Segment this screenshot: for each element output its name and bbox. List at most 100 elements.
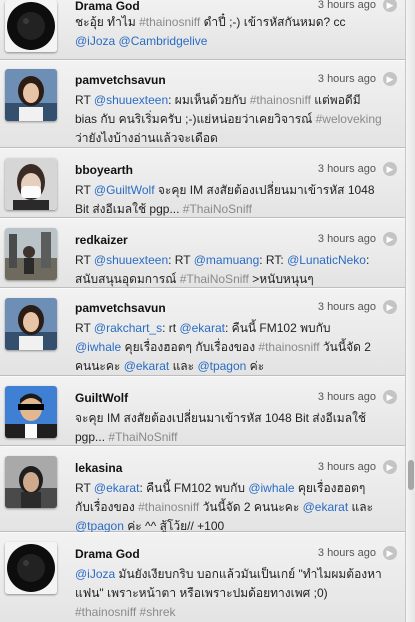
tweet-text-segment: : ผมเห็นด้วยกับ: [168, 93, 250, 107]
tweet-text-line: คนนะคะ @ekarat และ @tpagon ค่ะ: [75, 357, 393, 376]
tweet-text-segment: คุยเรื่องฮอตๆ กับเรื่องของ: [121, 340, 259, 354]
tweet-menu-arrow-icon[interactable]: ▶: [383, 162, 397, 176]
tweet-username[interactable]: GuiltWolf: [75, 391, 128, 405]
tweet-timestamp: 3 hours ago: [317, 0, 376, 11]
mention-link[interactable]: @iwhale: [248, 481, 294, 495]
mention-link[interactable]: @ekarat: [179, 321, 225, 335]
tweet-text-segment: คุยเรื่องฮอตๆ: [294, 481, 366, 495]
hashtag-link[interactable]: #thainosniff: [138, 500, 199, 514]
tweet-timestamp: 3 hours ago: [317, 73, 376, 85]
mention-link[interactable]: @shuuexteen: [94, 253, 168, 267]
tweet-username[interactable]: Drama God: [75, 0, 140, 13]
tweet-text-segment: และ: [169, 359, 198, 373]
mention-link[interactable]: @LunaticNeko: [287, 253, 366, 267]
avatar[interactable]: [5, 158, 57, 210]
tweet-text-segment: :: [365, 253, 370, 267]
avatar[interactable]: [5, 456, 57, 508]
tweet-username[interactable]: pamvetchsavun: [75, 73, 166, 87]
mention-link[interactable]: @mamuang: [194, 253, 260, 267]
mention-link[interactable]: @ekarat: [94, 481, 140, 495]
tweet-menu-arrow-icon[interactable]: ▶: [383, 0, 397, 12]
mention-link[interactable]: @tpagon: [197, 359, 246, 373]
tweet-menu-arrow-icon[interactable]: ▶: [383, 546, 397, 560]
avatar[interactable]: [5, 298, 57, 350]
hashtag-link[interactable]: #shrek: [140, 605, 176, 619]
hashtag-link[interactable]: #thainosniff: [139, 15, 200, 29]
tweet-username[interactable]: lekasina: [75, 461, 122, 475]
tweet-text-segment: จะคุย IM สงสัยต้องเปลี่ยนมาเข้ารหัส 1048: [154, 183, 375, 197]
hashtag-link[interactable]: #thainosniff: [75, 605, 136, 619]
tweet-text-line: @iJoza @Cambridgelive: [75, 32, 393, 51]
timeline: Drama God 3 hours ago ▶ ชะอุ้ย ทำไม #thaino…: [0, 0, 415, 622]
tweet-text: RT @GuiltWolf จะคุย IM สงสัยต้องเปลี่ยนม…: [75, 181, 393, 219]
avatar[interactable]: [5, 228, 57, 280]
tweet-text-line: RT @GuiltWolf จะคุย IM สงสัยต้องเปลี่ยนม…: [75, 181, 393, 200]
mention-link[interactable]: @GuiltWolf: [94, 183, 155, 197]
tweet-item[interactable]: bboyearth 3 hours ago ▶ RT @GuiltWolf จะคุย…: [0, 148, 405, 218]
tweet-menu-arrow-icon[interactable]: ▶: [383, 72, 397, 86]
tweet-timestamp: 3 hours ago: [317, 391, 376, 403]
tweet-text-line: กับเรื่องของ #thainosniff วันนี้จัด 2 คน…: [75, 498, 393, 517]
tweet-menu-arrow-icon[interactable]: ▶: [383, 300, 397, 314]
tweet-username[interactable]: Drama God: [75, 547, 140, 561]
tweet-text-segment: : rt: [162, 321, 180, 335]
tweet-item[interactable]: GuiltWolf 3 hours ago ▶ จะคุย IM สงสัยต้องเ…: [0, 376, 405, 446]
tweet-text-line: bias กับ คนริเริ่มครับ ;-)แย่หน่อยว่าเคย…: [75, 110, 393, 129]
tweet-item[interactable]: pamvetchsavun 3 hours ago ▶ RT @rakchart_s:…: [0, 288, 405, 376]
avatar[interactable]: [5, 386, 57, 438]
hashtag-link[interactable]: #ThaiNoSniff: [180, 272, 249, 286]
tweet-text-line: #thainosniff #shrek: [75, 603, 393, 622]
tweet-menu-arrow-icon[interactable]: ▶: [383, 232, 397, 246]
tweet-text-segment: Bit ส่งอีเมลใช้ pgp...: [75, 202, 183, 216]
tweet-text: RT @ekarat: คืนนี้ FM102 พบกับ @iwhale ค…: [75, 479, 393, 536]
tweet-text-segment: RT: [75, 481, 94, 495]
mention-link[interactable]: @iJoza: [75, 34, 115, 48]
hashtag-link[interactable]: #ThaiNoSniff: [108, 430, 177, 444]
tweet-text-segment: ค่ะ ^^ สู้โว้ย// +100: [123, 519, 225, 533]
avatar[interactable]: [5, 69, 57, 121]
tweet-text: @iJoza มันยังเงียบกริบ บอกแล้วมันเป็นเกย…: [75, 565, 393, 622]
tweet-menu-arrow-icon[interactable]: ▶: [383, 460, 397, 474]
tweet-text-line: RT @shuuexteen: RT @mamuang: RT: @Lunati…: [75, 251, 393, 270]
tweet-text-line: จะคุย IM สงสัยต้องเปลี่ยนมาเข้ารหัส 1048…: [75, 409, 393, 428]
hashtag-link[interactable]: #ThaiNoSniff: [183, 202, 252, 216]
tweet-username[interactable]: bboyearth: [75, 163, 133, 177]
tweet-menu-arrow-icon[interactable]: ▶: [383, 390, 397, 404]
tweet-text-segment: ค่ะ: [246, 359, 265, 373]
mention-link[interactable]: @ekarat: [124, 359, 170, 373]
tweet-text-line: แฟน" เพราะหน้าตา หรือเพราะปมด้อยทางเพศ ;…: [75, 584, 393, 603]
mention-link[interactable]: @ekarat: [303, 500, 349, 514]
tweet-timestamp: 3 hours ago: [317, 163, 376, 175]
mention-link[interactable]: @iwhale: [75, 340, 121, 354]
tweet-username[interactable]: redkaizer: [75, 233, 128, 247]
tweet-text-segment: แฟน" เพราะหน้าตา หรือเพราะปมด้อยทางเพศ ;…: [75, 586, 328, 600]
hashtag-link[interactable]: #weloveking: [316, 112, 382, 126]
tweet-item[interactable]: Drama God 3 hours ago ▶ @iJoza มันยังเงียบก…: [0, 532, 405, 622]
tweet-username[interactable]: pamvetchsavun: [75, 301, 166, 315]
scrollbar[interactable]: [405, 0, 415, 622]
tweet-text-line: ชะอุ้ย ทำไม #thainosniff ดำปี๋ ;-) เข้าร…: [75, 13, 393, 32]
tweet-text: RT @rakchart_s: rt @ekarat: คืนนี้ FM102…: [75, 319, 393, 376]
mention-link[interactable]: @tpagon: [75, 519, 124, 533]
tweet-text-line: สนับสนุนอุดมการณ์ #ThaiNoSniff >หนับหนุน…: [75, 270, 393, 289]
tweet-text: RT @shuuexteen: ผมเห็นด้วยกับ #thainosni…: [75, 91, 393, 148]
mention-link[interactable]: @iJoza: [75, 567, 115, 581]
tweet-text: ชะอุ้ย ทำไม #thainosniff ดำปี๋ ;-) เข้าร…: [75, 13, 393, 51]
hashtag-link[interactable]: #thainosniff: [258, 340, 319, 354]
tweet-item[interactable]: Drama God 3 hours ago ▶ ชะอุ้ย ทำไม #thaino…: [0, 0, 405, 60]
tweet-item[interactable]: redkaizer 3 hours ago ▶ RT @shuuexteen: RT …: [0, 218, 405, 288]
scroll-thumb[interactable]: [408, 460, 414, 490]
tweet-item[interactable]: pamvetchsavun 3 hours ago ▶ RT @shuuexteen:…: [0, 60, 405, 148]
avatar[interactable]: [5, 542, 57, 594]
mention-link[interactable]: @Cambridgelive: [119, 34, 208, 48]
tweet-text-segment: และ: [348, 500, 374, 514]
tweet-text: จะคุย IM สงสัยต้องเปลี่ยนมาเข้ารหัส 1048…: [75, 409, 393, 447]
tweet-text-segment: แต่พอดีมี: [310, 93, 361, 107]
hashtag-link[interactable]: #thainosniff: [250, 93, 311, 107]
tweet-item[interactable]: lekasina 3 hours ago ▶ RT @ekarat: คืนนี้ F…: [0, 446, 405, 533]
mention-link[interactable]: @shuuexteen: [94, 93, 168, 107]
tweet-text-line: RT @ekarat: คืนนี้ FM102 พบกับ @iwhale ค…: [75, 479, 393, 498]
avatar[interactable]: [5, 0, 57, 52]
mention-link[interactable]: @rakchart_s: [94, 321, 162, 335]
tweet-text-segment: >หนับหนุนๆ: [248, 272, 314, 286]
